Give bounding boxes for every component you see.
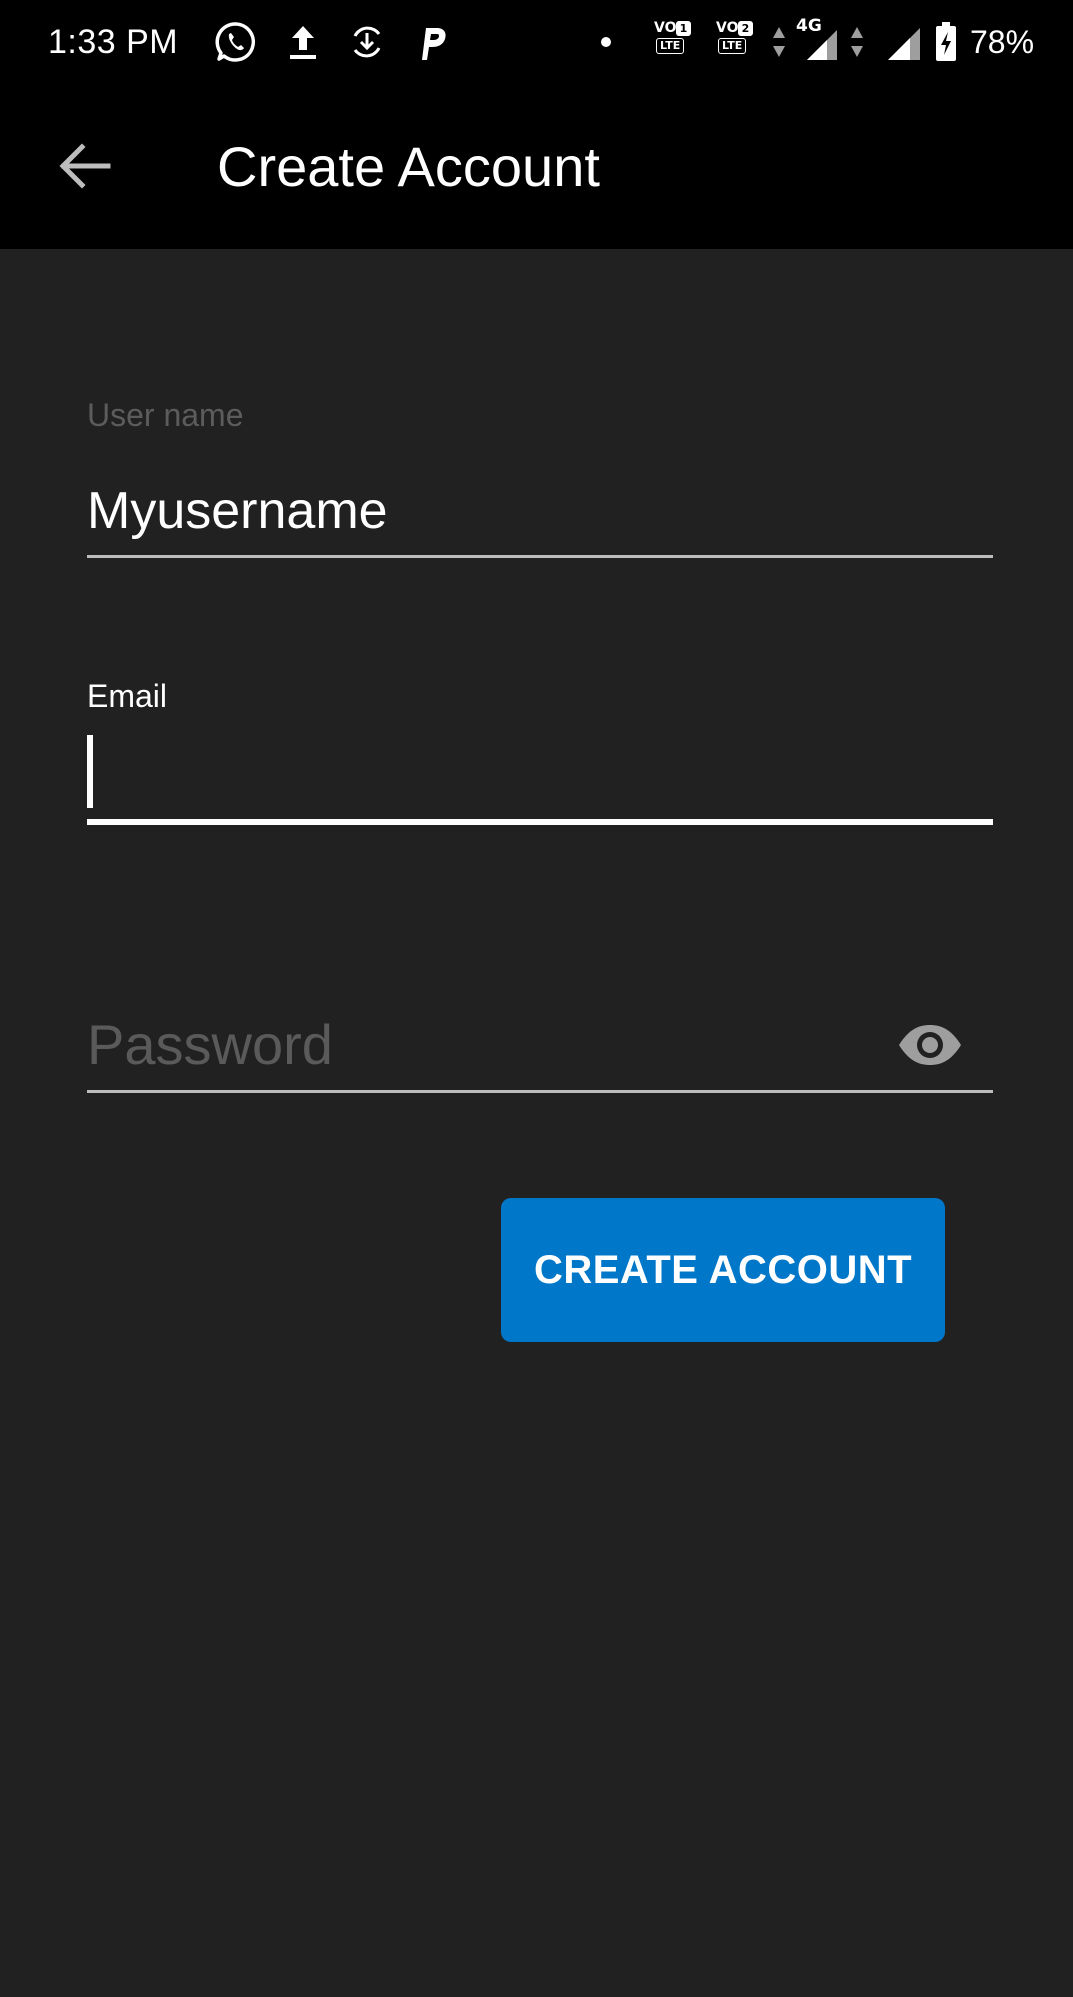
data-arrows-icon-2 <box>848 20 866 64</box>
username-label: User name <box>87 397 244 433</box>
eye-icon <box>899 1025 961 1065</box>
create-account-button[interactable]: CREATE ACCOUNT <box>501 1198 945 1342</box>
upload-icon <box>283 20 323 64</box>
4g-signal-icon <box>804 20 840 64</box>
signal-icon <box>884 20 924 64</box>
password-field <box>87 990 993 1096</box>
email-field: Email <box>87 676 993 828</box>
data-arrows-icon <box>770 20 788 64</box>
password-underline <box>87 1090 993 1093</box>
whatsapp-icon <box>213 20 259 64</box>
download-sync-icon <box>346 20 388 64</box>
status-bar: 1:33 PM VO 1 LTE VO 2 LTE 4G 78% <box>0 0 1073 84</box>
status-time: 1:33 PM <box>48 23 179 61</box>
username-underline <box>87 555 993 558</box>
page-title: Create Account <box>217 135 600 198</box>
email-label: Email <box>87 678 168 714</box>
password-visibility-toggle[interactable] <box>895 1012 965 1078</box>
dot-icon <box>598 20 614 64</box>
volte-sim2-icon: VO 2 LTE <box>716 20 760 60</box>
password-input[interactable] <box>87 1012 993 1078</box>
p-app-icon <box>416 20 450 64</box>
username-field: User name <box>87 395 993 560</box>
battery-level: 78% <box>970 24 1035 60</box>
back-button[interactable] <box>48 130 120 202</box>
email-underline <box>87 819 993 825</box>
arrow-back-icon <box>59 143 111 189</box>
username-input[interactable] <box>87 477 993 545</box>
email-input[interactable] <box>87 735 993 808</box>
battery-charging-icon <box>932 20 960 64</box>
app-bar: Create Account <box>0 84 1073 249</box>
volte-sim1-icon: VO 1 LTE <box>654 20 698 60</box>
